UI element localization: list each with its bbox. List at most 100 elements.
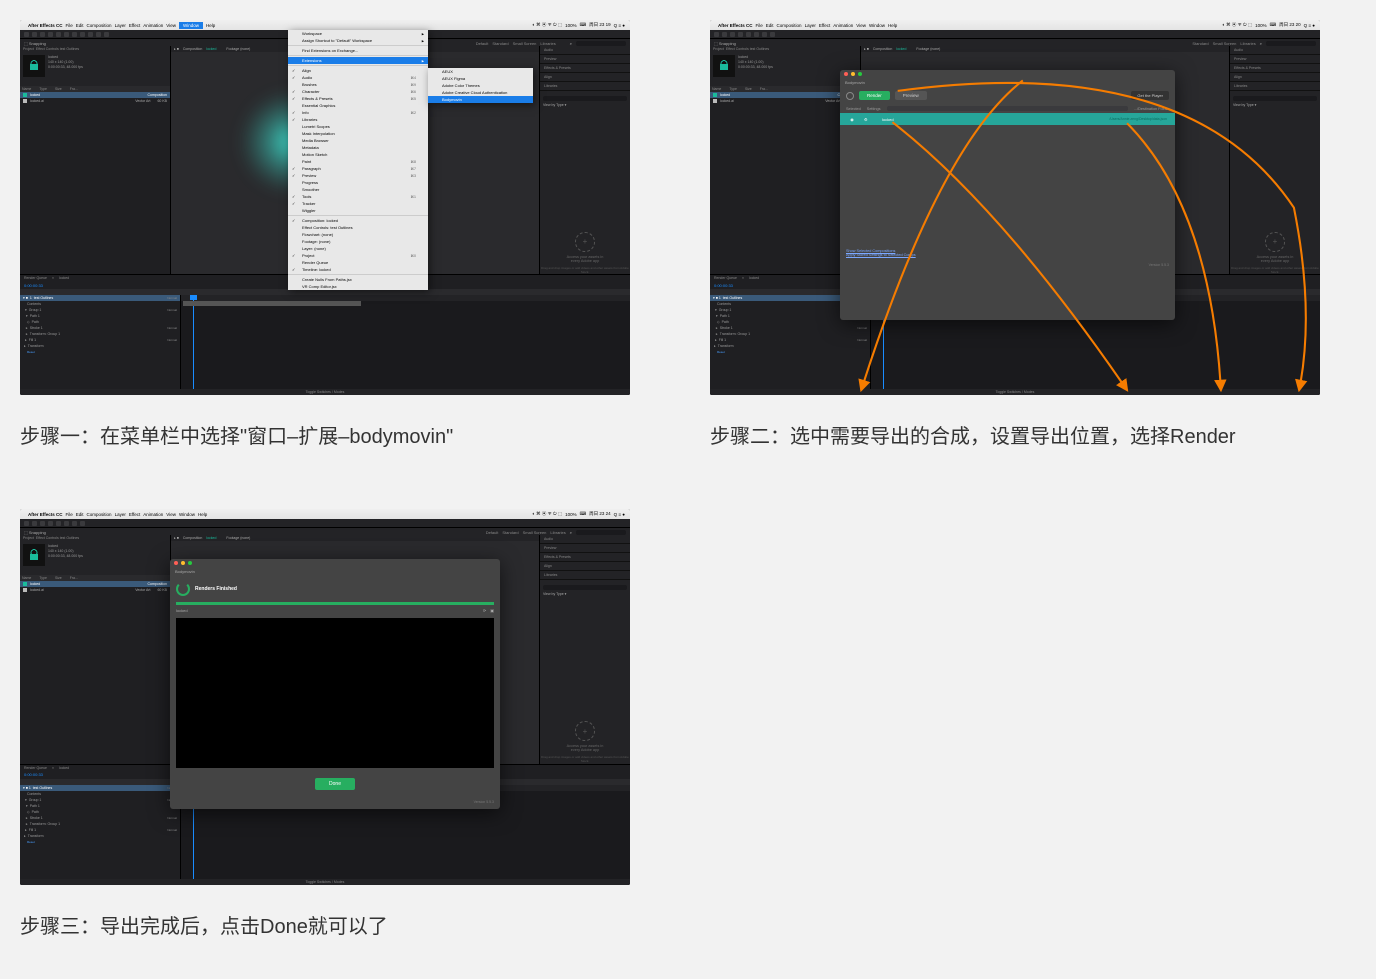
menu-item[interactable]: Preview⌘3 (288, 172, 428, 179)
libraries-panel[interactable]: Libraries (540, 571, 630, 580)
tool-icon[interactable] (96, 32, 101, 37)
tool-icon[interactable] (40, 32, 45, 37)
preview-panel[interactable]: Preview (540, 544, 630, 553)
menu-edit[interactable]: Edit (76, 23, 84, 28)
effect-controls-tab[interactable]: Effect Controls test Outlines (726, 47, 769, 51)
menu-item[interactable]: Effects & Presets⌘5 (288, 95, 428, 102)
menu-item[interactable]: Create Nulls From Paths.jsx (288, 276, 428, 283)
menu-animation[interactable]: Animation (143, 23, 163, 28)
tool-icon[interactable] (32, 521, 37, 526)
align-panel[interactable]: Align (540, 73, 630, 82)
tool-icon[interactable] (72, 32, 77, 37)
tool-icon[interactable] (40, 521, 45, 526)
timecode[interactable]: 0:00:00:33 (24, 283, 43, 288)
search-help-input[interactable] (576, 530, 626, 535)
menu-item[interactable]: Libraries (288, 116, 428, 123)
tool-icon[interactable] (714, 32, 719, 37)
tool-icon[interactable] (104, 32, 109, 37)
app-name[interactable]: After Effects CC (28, 23, 63, 28)
menu-item[interactable]: Smoother (288, 186, 428, 193)
tool-icon[interactable] (88, 32, 93, 37)
menu-item-extensions[interactable]: Extensions (288, 57, 428, 64)
app-name[interactable]: After Effects CC (718, 23, 753, 28)
preview-panel[interactable]: Preview (1230, 55, 1320, 64)
tool-icon[interactable] (80, 521, 85, 526)
gear-icon[interactable]: ⚙ (864, 117, 876, 122)
menu-item-workspace[interactable]: Workspace (288, 30, 428, 37)
apply-settings-link[interactable]: Apply Stored Settings to Selected Comps (846, 253, 1169, 257)
audio-panel[interactable]: Audio (1230, 46, 1320, 55)
get-player-button[interactable]: Get the Player (1131, 91, 1169, 100)
effects-presets-panel[interactable]: Effects & Presets (540, 553, 630, 562)
ext-aeux-figma[interactable]: AEUX Figma (428, 75, 533, 82)
close-icon[interactable] (844, 72, 848, 76)
menu-help[interactable]: Help (198, 512, 207, 517)
timecode[interactable]: 0:00:00:33 (24, 772, 43, 777)
menu-edit[interactable]: Edit (76, 512, 84, 517)
menu-item[interactable]: Layer: (none) (288, 245, 428, 252)
effects-presets-panel[interactable]: Effects & Presets (1230, 64, 1320, 73)
menu-window[interactable]: Window (869, 23, 885, 28)
refresh-icon[interactable] (846, 92, 854, 100)
workspace[interactable]: Standard (502, 530, 518, 535)
menu-item[interactable]: Essential Graphics (288, 102, 428, 109)
preview-button[interactable]: Preview (895, 91, 927, 100)
project-row[interactable]: locked.aiVector Art 60 KB (710, 98, 860, 104)
tool-icon[interactable] (64, 32, 69, 37)
menu-view[interactable]: View (166, 512, 176, 517)
menu-item[interactable]: Footage: (none) (288, 238, 428, 245)
tool-icon[interactable] (24, 32, 29, 37)
ext-color-themes[interactable]: Adobe Color Themes (428, 82, 533, 89)
effects-presets-panel[interactable]: Effects & Presets (540, 64, 630, 73)
project-tab[interactable]: Project (23, 47, 34, 51)
library-search-input[interactable] (1233, 96, 1317, 101)
project-tab[interactable]: Project (23, 536, 34, 540)
tool-icon[interactable] (722, 32, 727, 37)
toggle-switches[interactable]: Toggle Switches / Modes (20, 389, 630, 395)
align-panel[interactable]: Align (1230, 73, 1320, 82)
menu-item[interactable]: Timeline: locked (288, 266, 428, 273)
menu-layer[interactable]: Layer (115, 23, 126, 28)
toggle-switches[interactable]: Toggle Switches / Modes (710, 389, 1320, 395)
destination-path[interactable]: /Users/Annie.zeng/Desktop/data.json (1107, 116, 1169, 122)
menu-item[interactable]: Audio⌘4 (288, 74, 428, 81)
tool-icon[interactable] (762, 32, 767, 37)
menu-file[interactable]: File (66, 23, 73, 28)
menu-effect[interactable]: Effect (129, 23, 140, 28)
audio-panel[interactable]: Audio (540, 46, 630, 55)
maximize-icon[interactable] (858, 72, 862, 76)
refresh-icon[interactable]: ⟳ (483, 608, 486, 613)
effect-controls-tab[interactable]: Effect Controls test Outlines (36, 536, 79, 540)
name-filter-input[interactable] (887, 106, 1128, 111)
search-help-input[interactable] (576, 41, 626, 46)
menu-animation[interactable]: Animation (143, 512, 163, 517)
search-help-input[interactable] (1266, 41, 1316, 46)
menu-composition[interactable]: Composition (87, 512, 112, 517)
workspace-default[interactable]: Default (476, 41, 489, 46)
render-queue-tab[interactable]: Render Queue (714, 276, 737, 280)
tool-icon[interactable] (80, 32, 85, 37)
menu-window[interactable]: Window (179, 22, 203, 29)
menu-item[interactable]: Wiggler (288, 207, 428, 214)
audio-panel[interactable]: Audio (540, 535, 630, 544)
menu-view[interactable]: View (856, 23, 866, 28)
tool-icon[interactable] (770, 32, 775, 37)
comp-row[interactable]: ◉ ⚙ locked /Users/Annie.zeng/Desktop/dat… (840, 113, 1175, 125)
project-row[interactable]: locked.aiVector Art 60 KB (20, 587, 170, 593)
menu-item[interactable]: Media Browser (288, 137, 428, 144)
tool-icon[interactable] (32, 32, 37, 37)
done-button[interactable]: Done (315, 778, 355, 790)
menu-item[interactable]: Render Queue (288, 259, 428, 266)
menu-item[interactable]: Progress (288, 179, 428, 186)
ext-cc-auth[interactable]: Adobe Creative Cloud Authentication (428, 89, 533, 96)
menu-item[interactable]: Tracker (288, 200, 428, 207)
view-type[interactable]: View by Type ▾ (543, 592, 627, 596)
timecode[interactable]: 0:00:00:33 (714, 283, 733, 288)
menu-item[interactable]: Effect Controls: test Outlines (288, 224, 428, 231)
timeline-layer[interactable]: Reset (20, 349, 180, 355)
timeline-layer[interactable]: Reset (20, 839, 180, 845)
project-tab[interactable]: Project (713, 47, 724, 51)
menu-item[interactable]: Lumetri Scopes (288, 123, 428, 130)
menu-effect[interactable]: Effect (129, 512, 140, 517)
workspace[interactable]: Default (486, 530, 499, 535)
